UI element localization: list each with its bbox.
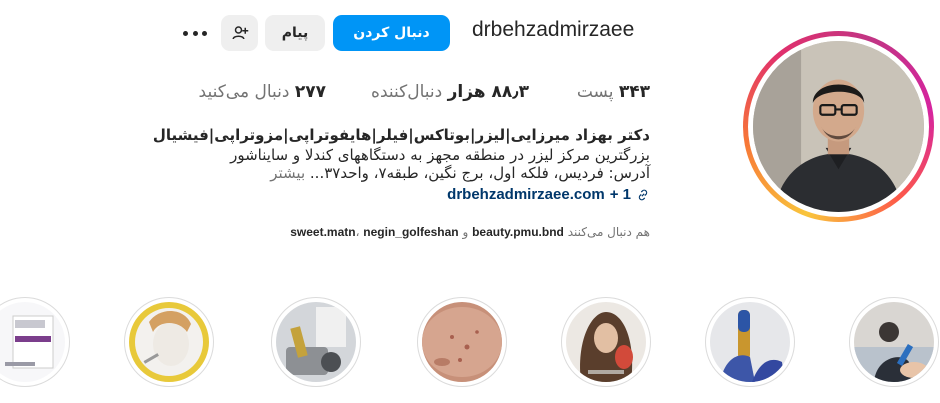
more-horizontal-icon [183, 30, 188, 36]
website-extra-count[interactable]: + 1 [610, 185, 631, 204]
more-horizontal-icon [192, 30, 198, 36]
highlight-cover [129, 302, 209, 382]
mutual-follower-2[interactable]: sweet.matn [290, 225, 355, 239]
posts-label: پست [576, 82, 614, 102]
story-highlight[interactable] [417, 297, 507, 387]
highlight-image-device [276, 302, 356, 382]
followers-value: ۸۸٫۳ هزار [447, 82, 529, 102]
highlight-image-product-box [0, 302, 65, 382]
profile-avatar-ring[interactable] [743, 31, 934, 222]
message-button[interactable]: پیام [265, 15, 325, 51]
highlight-image-hair-treatment [566, 302, 646, 382]
highlight-image-facial-mask [129, 302, 209, 382]
followers-count[interactable]: ۸۸٫۳ هزار دنبال‌کننده [371, 82, 529, 102]
highlight-cover [422, 302, 502, 382]
follow-button[interactable]: دنبال کردن [333, 15, 450, 51]
bio-name: دکتر بهزاد میرزایی|لیزر|بوتاکس|فیلر|هایف… [152, 126, 650, 144]
website-url[interactable]: drbehzadmirzaee.com [447, 185, 605, 204]
bio-line-2: آدرس: فردیس، فلکه اول، برج نگین، طبقه۷، … [270, 164, 650, 183]
bio-address: آدرس: فردیس، فلکه اول، برج نگین، طبقه۷، … [309, 164, 650, 182]
suggested-accounts-button[interactable] [221, 15, 258, 51]
link-icon [638, 189, 648, 200]
highlight-cover [566, 302, 646, 382]
highlight-image-skin-closeup [422, 302, 502, 382]
profile-avatar-gap [748, 36, 929, 217]
story-highlight[interactable] [705, 297, 795, 387]
posts-count: ۳۴۳ پست [577, 82, 650, 102]
highlight-cover [0, 302, 65, 382]
story-highlight[interactable] [124, 297, 214, 387]
profile-avatar-photo [753, 41, 924, 212]
bio-more-link[interactable]: بیشتر [270, 164, 305, 182]
separator-comma: ، [355, 225, 360, 239]
posts-value: ۳۴۳ [618, 82, 650, 102]
more-horizontal-icon [202, 30, 207, 36]
following-label: دنبال می‌کنید [198, 82, 290, 102]
profile-username: drbehzadmirzaee [472, 18, 635, 41]
followed-by-text[interactable]: هم دنبال می‌کنند beauty.pmu.bnd و sweet.… [290, 225, 650, 239]
more-options-button[interactable] [180, 22, 210, 44]
followed-by-prefix: هم دنبال می‌کنند [567, 225, 650, 239]
person-add-icon [232, 26, 248, 40]
story-highlight[interactable] [271, 297, 361, 387]
story-highlight[interactable] [849, 297, 939, 387]
mutual-follower-1[interactable]: beauty.pmu.bnd [472, 225, 564, 239]
highlight-cover [854, 302, 934, 382]
profile-avatar [753, 41, 924, 212]
highlight-cover [276, 302, 356, 382]
mutual-follower-3[interactable]: negin_golfeshan [363, 225, 458, 239]
story-highlight[interactable] [561, 297, 651, 387]
following-value: ۲۷۷ [294, 82, 326, 102]
bio-website-link[interactable]: drbehzadmirzaee.com + 1 [447, 185, 650, 204]
followers-label: دنبال‌کننده [371, 82, 443, 102]
following-count[interactable]: ۲۷۷ دنبال می‌کنید [199, 82, 326, 102]
highlight-image-laser-treatment [854, 302, 934, 382]
story-highlight[interactable] [0, 297, 70, 387]
separator-and: و [462, 225, 469, 239]
bio-line-1: بزرگترین مرکز لیزر در منطقه مجهز به دستگ… [230, 146, 650, 164]
highlight-image-prp-tubes [710, 302, 790, 382]
highlight-cover [710, 302, 790, 382]
